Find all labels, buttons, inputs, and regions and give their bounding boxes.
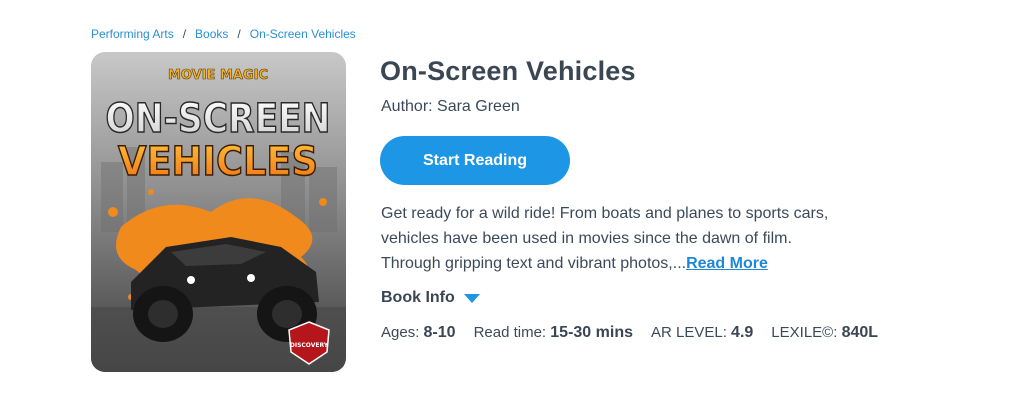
book-cover-image[interactable]: MOVIE MAGIC ON-SCREEN VEHICLES DISCOVERY [91,52,346,372]
read-time-label: Read time: [473,324,547,341]
ar-level-label: AR LEVEL: [651,324,727,341]
breadcrumb-performing-arts[interactable]: Performing Arts [91,27,174,41]
lexile-label: LEXILE©: [771,324,838,341]
book-description: Get ready for a wild ride! From boats an… [381,201,921,276]
ages-value: 8-10 [423,324,456,341]
start-reading-button[interactable]: Start Reading [380,136,570,185]
breadcrumb: Performing Arts / Books / On-Screen Vehi… [91,27,356,41]
description-line-text: Through gripping text and vibrant photos… [381,255,687,272]
book-title: On-Screen Vehicles [380,56,636,86]
cover-series-label: MOVIE MAGIC [168,68,268,83]
ages-item: Ages: 8-10 [381,324,456,342]
cover-title-line1: ON-SCREEN [106,96,331,142]
ages-label: Ages: [381,324,420,341]
breadcrumb-current-book[interactable]: On-Screen Vehicles [250,27,356,41]
breadcrumb-separator: / [182,27,187,41]
breadcrumb-books[interactable]: Books [195,27,228,41]
caret-down-icon [463,293,480,303]
read-time-value: 15-30 mins [550,324,633,341]
book-meta: Ages: 8-10 Read time: 15-30 mins AR LEVE… [381,324,896,342]
ar-level-value: 4.9 [731,324,754,341]
lexile-item: LEXILE©: 840L [771,324,878,342]
read-more-link[interactable]: Read More [686,255,768,272]
book-author: Author: Sara Green [381,98,520,115]
book-info-toggle[interactable]: Book Info [381,289,480,307]
description-line: vehicles have been used in movies since … [381,230,792,247]
publisher-badge-text: DISCOVERY [290,342,329,349]
lexile-value: 840L [841,324,879,341]
description-line: Through gripping text and vibrant photos… [381,251,921,276]
ar-level-item: AR LEVEL: 4.9 [651,324,753,342]
read-time-item: Read time: 15-30 mins [474,324,633,342]
cover-title-line2: VEHICLES [118,139,318,185]
description-line: Get ready for a wild ride! From boats an… [381,205,829,222]
book-info-label: Book Info [381,289,455,306]
breadcrumb-separator: / [237,27,241,41]
